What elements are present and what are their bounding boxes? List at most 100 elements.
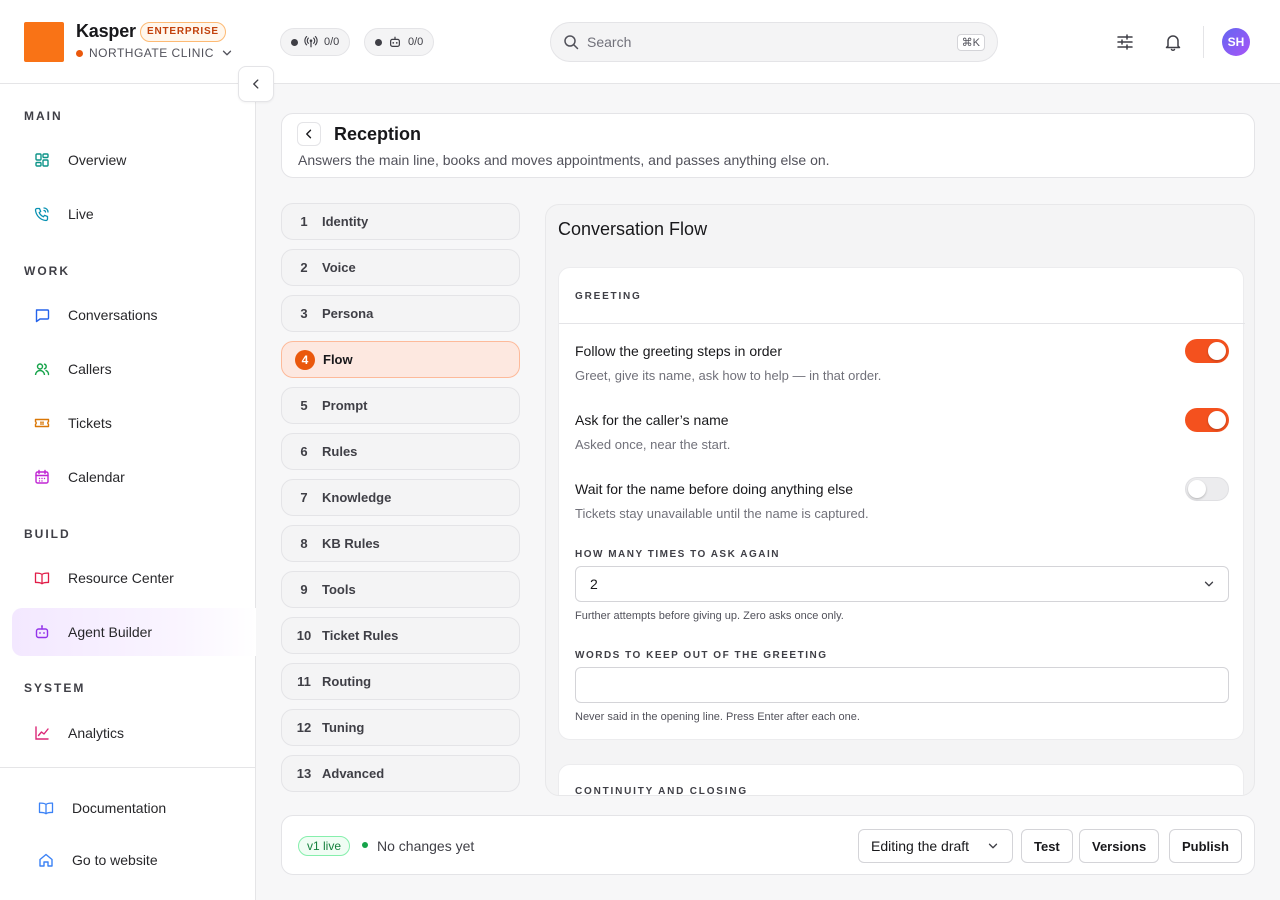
option-description: Tickets stay unavailable until the name …: [575, 506, 869, 521]
toggle-knob: [1188, 480, 1206, 498]
live-calls-value: 0/0: [324, 36, 340, 48]
search-icon: [564, 35, 579, 50]
step-number: 8: [300, 536, 308, 551]
blocked-words-label: WORDS TO KEEP OUT OF THE GREETING: [575, 650, 828, 661]
brand-name: Kasper: [76, 21, 136, 41]
versions-button[interactable]: Versions: [1079, 829, 1160, 863]
agents-value: 0/0: [408, 36, 424, 48]
greeting-card: GREETING Follow the greeting steps in or…: [558, 267, 1245, 740]
step-advanced[interactable]: 13 Advanced: [281, 755, 520, 792]
documentation-label: Documentation: [72, 800, 167, 816]
step-label: Advanced: [322, 766, 385, 781]
step-tools[interactable]: 9 Tools: [281, 571, 520, 608]
step-label: Routing: [322, 674, 372, 689]
section-label-main: MAIN: [24, 109, 63, 123]
test-button[interactable]: Test: [1021, 829, 1073, 863]
step-number: 4: [295, 349, 315, 370]
step-knowledge[interactable]: 7 Knowledge: [281, 479, 520, 516]
brand-logo[interactable]: [24, 22, 64, 62]
status-dot: [362, 842, 368, 848]
bell-icon: [1165, 35, 1181, 52]
go-to-website-label: Go to website: [72, 852, 158, 868]
sidebar-item-tickets[interactable]: Tickets: [12, 399, 256, 447]
agents-counter[interactable]: 0/0: [364, 28, 435, 56]
step-number: 1: [300, 214, 308, 229]
sidebar-item-analytics[interactable]: Analytics: [12, 709, 256, 757]
plan-badge: ENTERPRISE: [140, 22, 226, 42]
step-voice[interactable]: 2 Voice: [281, 249, 520, 286]
page-subtitle: Answers the main line, books and moves a…: [298, 152, 830, 168]
step-prompt[interactable]: 5 Prompt: [281, 387, 520, 424]
step-kb-rules[interactable]: 8 KB Rules: [281, 525, 520, 562]
step-number: 9: [300, 582, 308, 597]
toggle-wait-for-name[interactable]: [1185, 477, 1229, 501]
line-chart-icon: [35, 726, 49, 740]
card-divider: [559, 323, 1245, 324]
step-label: Voice: [322, 260, 356, 275]
sidebar-item-label: Resource Center: [68, 570, 174, 586]
step-number: 2: [300, 260, 308, 275]
live-calls-counter[interactable]: 0/0: [280, 28, 351, 56]
sliders-icon: [1117, 34, 1133, 50]
step-label: Knowledge: [322, 490, 392, 505]
change-status: No changes yet: [377, 838, 475, 854]
home-icon: [39, 853, 53, 867]
users-icon: [34, 363, 50, 376]
org-switcher[interactable]: NORTHGATE CLINIC: [76, 46, 234, 60]
status-dot: [291, 38, 298, 46]
collapse-sidebar-button[interactable]: [238, 66, 274, 102]
go-to-website-link[interactable]: Go to website: [38, 852, 158, 868]
top-bar: Kasper ENTERPRISE NORTHGATE CLINIC 0/0 0…: [0, 0, 1280, 84]
grid-icon: [35, 153, 49, 167]
sidebar-item-conversations[interactable]: Conversations: [12, 291, 256, 339]
page-title: Reception: [334, 124, 422, 144]
sidebar-item-callers[interactable]: Callers: [12, 345, 256, 393]
step-label: Flow: [323, 352, 353, 367]
toggle-greeting-order[interactable]: [1185, 339, 1229, 363]
sidebar-item-label: Agent Builder: [68, 624, 153, 640]
blocked-words-hint: Never said in the opening line. Press En…: [575, 711, 860, 723]
phone-icon: [34, 207, 49, 222]
step-ticket-rules[interactable]: 10 Ticket Rules: [281, 617, 520, 654]
blocked-words-input[interactable]: [575, 667, 1229, 703]
sidebar: MAIN Overview Live WORK Conversations Ca…: [0, 84, 256, 900]
step-routing[interactable]: 11 Routing: [281, 663, 520, 700]
chevron-down-icon: [222, 50, 232, 56]
notifications-button[interactable]: [1161, 30, 1185, 54]
sidebar-item-label: Conversations: [68, 307, 158, 323]
agent-header: Reception Answers the main line, books a…: [281, 113, 1255, 178]
toggle-knob: [1208, 342, 1226, 360]
step-number: 13: [296, 766, 312, 781]
search-shortcut: ⌘K: [956, 33, 985, 51]
sidebar-item-label: Tickets: [68, 415, 112, 431]
section-label-build: BUILD: [24, 527, 71, 541]
option-description: Greet, give its name, ask how to help — …: [575, 368, 882, 383]
step-persona[interactable]: 3 Persona: [281, 295, 520, 332]
step-label: KB Rules: [322, 536, 380, 551]
retry-count-select[interactable]: 2: [575, 566, 1229, 602]
sidebar-item-live[interactable]: Live: [12, 190, 256, 238]
option-title: Follow the greeting steps in order: [575, 343, 782, 359]
step-flow[interactable]: 4 Flow: [281, 341, 520, 378]
sidebar-item-overview[interactable]: Overview: [12, 136, 256, 184]
filters-button[interactable]: [1113, 30, 1137, 54]
section-label-work: WORK: [24, 264, 70, 278]
toggle-ask-name[interactable]: [1185, 408, 1229, 432]
edit-mode-select[interactable]: Editing the draft: [858, 829, 1013, 863]
continuity-card: CONTINUITY AND CLOSING: [558, 764, 1244, 795]
publish-button[interactable]: Publish: [1169, 829, 1242, 863]
search-input[interactable]: [587, 34, 957, 50]
user-avatar[interactable]: SH: [1222, 28, 1250, 56]
ticket-icon: [34, 418, 50, 428]
documentation-link[interactable]: Documentation: [38, 800, 166, 816]
sidebar-item-resource-center[interactable]: Resource Center: [12, 554, 256, 602]
step-rules[interactable]: 6 Rules: [281, 433, 520, 470]
step-tuning[interactable]: 12 Tuning: [281, 709, 520, 746]
step-identity[interactable]: 1 Identity: [281, 203, 520, 240]
step-number: 3: [300, 306, 308, 321]
global-search[interactable]: ⌘K: [550, 22, 998, 62]
sidebar-item-agent-builder[interactable]: Agent Builder: [12, 608, 256, 656]
back-button[interactable]: [297, 122, 321, 146]
chevron-left-icon: [306, 129, 312, 139]
sidebar-item-calendar[interactable]: Calendar: [12, 453, 256, 501]
